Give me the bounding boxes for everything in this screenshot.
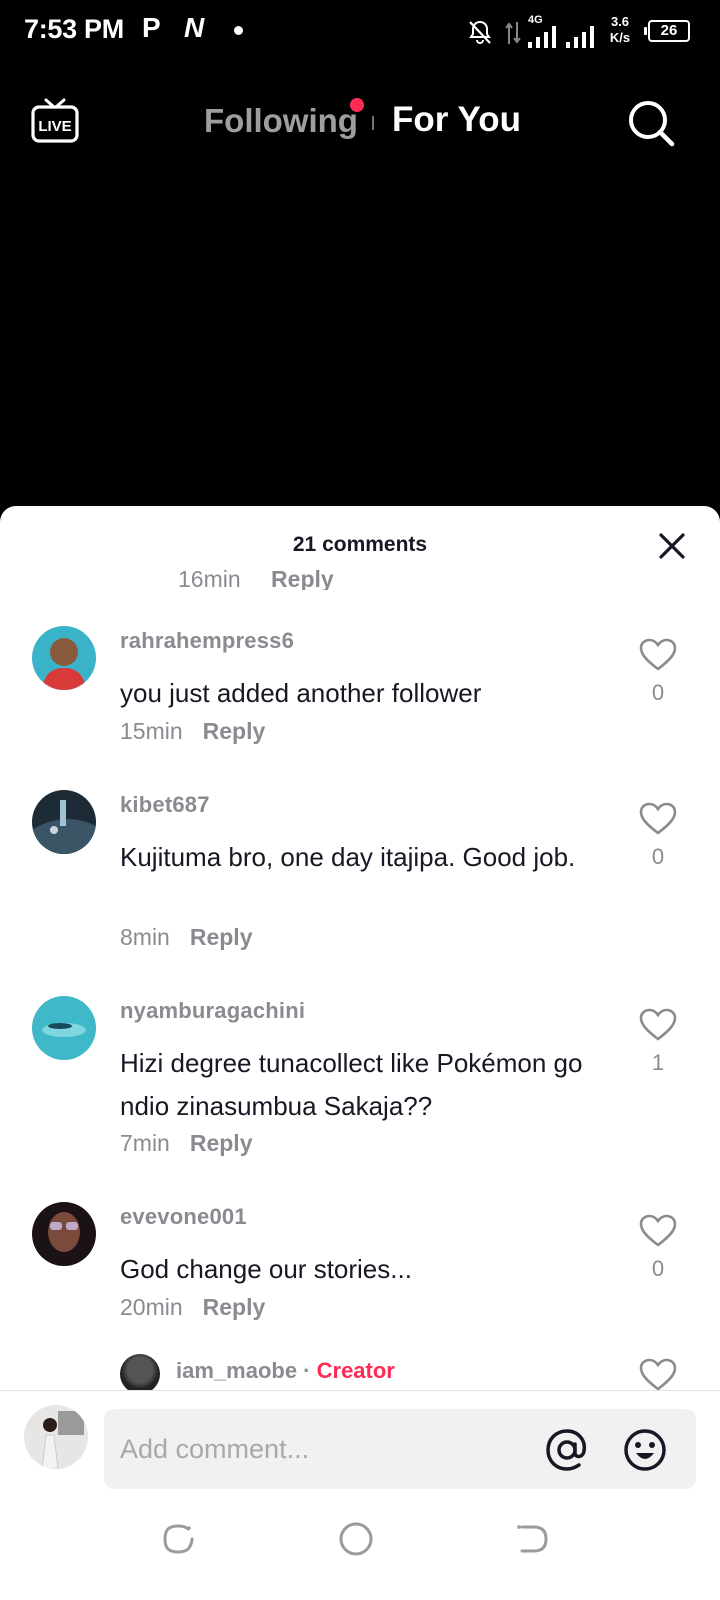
heart-outline-icon[interactable] (638, 1358, 678, 1390)
back-icon (517, 1525, 548, 1553)
reply-button[interactable]: Reply (271, 568, 334, 590)
comments-sheet: 21 comments 16min Reply rahrahempress6 y… (0, 506, 720, 1600)
comment-meta: 15min Reply (120, 718, 265, 745)
comment-item: rahrahempress6 you just added another fo… (0, 626, 720, 766)
tab-following[interactable]: Following (204, 102, 358, 140)
tab-divider (372, 116, 374, 130)
home-circle-icon (339, 1522, 373, 1556)
reply-author[interactable]: iam_maobe · Creator (176, 1358, 395, 1384)
speed-unit: K/s (609, 30, 631, 45)
smiley-icon (624, 1429, 666, 1471)
comment-time: 20min (120, 1294, 183, 1320)
bell-muted-icon (469, 20, 491, 45)
like-count: 1 (651, 1050, 665, 1075)
like-count: 0 (651, 1256, 665, 1281)
comment-username[interactable]: evevone001 (120, 1204, 247, 1230)
like-count: 0 (651, 680, 665, 705)
comment-input-box[interactable] (104, 1409, 696, 1489)
live-label: LIVE (38, 118, 71, 135)
comment-text: you just added another follower (120, 678, 482, 708)
like-count: 0 (651, 844, 665, 869)
battery-icon: 26 (644, 20, 690, 42)
partial-comment-meta: 16min Reply (0, 568, 720, 590)
comment-text: God change our stories... (120, 1254, 412, 1284)
comment-username[interactable]: nyamburagachini (120, 998, 305, 1024)
notification-dot-icon (234, 26, 243, 35)
avatar-image (32, 996, 96, 1060)
comments-list[interactable]: 16min Reply rahrahempress6 you just adde… (0, 568, 720, 1390)
mention-button[interactable] (544, 1427, 590, 1473)
reply-button[interactable]: Reply (203, 718, 266, 744)
notification-p-icon: P (142, 12, 161, 43)
avatar[interactable] (120, 1354, 160, 1390)
comment-meta: 8min Reply (120, 924, 253, 951)
live-tv-icon: LIVE (31, 98, 79, 143)
speed-value: 3.6 (610, 14, 630, 29)
heart-outline-icon[interactable] (638, 1008, 678, 1042)
search-icon (629, 101, 675, 147)
avatar-image (32, 626, 96, 690)
separator-dot: · (297, 1358, 317, 1383)
system-nav-bar (0, 1501, 720, 1600)
comment-time: 15min (120, 718, 183, 744)
comment-composer (0, 1391, 720, 1501)
home-button[interactable] (336, 1519, 376, 1559)
signal-icon-1 (528, 26, 556, 48)
comment-input[interactable] (120, 1409, 520, 1489)
comment-text: Hizi degree tunacollect like Pokémon go … (120, 1048, 583, 1121)
close-comments-button[interactable] (656, 530, 688, 562)
comment-item: evevone001 God change our stories... 20m… (0, 1202, 720, 1342)
emoji-button[interactable] (622, 1427, 668, 1473)
status-time: 7:53 PM (24, 14, 124, 44)
comment-time: 16min (178, 568, 241, 590)
my-avatar (24, 1405, 88, 1469)
avatar-image (24, 1405, 88, 1469)
comments-count: 21 comments (292, 533, 428, 556)
at-sign-icon (546, 1429, 587, 1471)
comment-meta: 20min Reply (120, 1294, 265, 1321)
comment-item: nyamburagachini Hizi degree tunacollect … (0, 996, 720, 1176)
avatar-image (32, 1202, 96, 1266)
creator-badge: Creator (316, 1358, 395, 1383)
tab-for-you[interactable]: For You (392, 100, 521, 140)
search-button[interactable] (626, 98, 676, 148)
reply-button[interactable]: Reply (190, 924, 253, 950)
battery-level: 26 (660, 22, 678, 39)
avatar[interactable] (32, 626, 96, 690)
recents-button[interactable] (158, 1519, 198, 1559)
data-arrows-icon (505, 22, 521, 44)
comment-time: 8min (120, 924, 170, 950)
live-button[interactable]: LIVE (30, 98, 80, 144)
comment-text: Kujituma bro, one day itajipa. Good job. (120, 842, 576, 872)
recents-icon (163, 1524, 194, 1554)
heart-outline-icon[interactable] (638, 638, 678, 672)
close-icon (659, 533, 685, 559)
reply-button[interactable]: Reply (203, 1294, 266, 1320)
back-button[interactable] (512, 1519, 552, 1559)
status-bar: 7:53 PM P N 4G 3.6 K/s 26 (0, 0, 720, 64)
heart-outline-icon[interactable] (638, 802, 678, 836)
avatar-image (32, 790, 96, 854)
feed-top-nav: LIVE Following For You (0, 88, 720, 152)
comment-time: 7min (120, 1130, 170, 1156)
notification-n-icon: N (184, 12, 205, 43)
network-type: 4G (528, 14, 543, 26)
comment-meta: 7min Reply (120, 1130, 253, 1157)
partial-reply-item: iam_maobe · Creator (0, 1344, 720, 1390)
status-icons: 4G 3.6 K/s 26 (466, 12, 706, 52)
app-screen: 7:53 PM P N 4G 3.6 K/s 26 LIVE Following… (0, 0, 720, 1600)
avatar[interactable] (32, 1202, 96, 1266)
comment-username[interactable]: rahrahempress6 (120, 628, 294, 654)
heart-outline-icon[interactable] (638, 1214, 678, 1248)
signal-icon-2 (566, 26, 594, 48)
comment-item: kibet687 Kujituma bro, one day itajipa. … (0, 790, 720, 970)
reply-username[interactable]: iam_maobe (176, 1358, 297, 1383)
comment-username[interactable]: kibet687 (120, 792, 210, 818)
reply-button[interactable]: Reply (190, 1130, 253, 1156)
following-new-dot (350, 98, 364, 112)
network-speed: 3.6 K/s (606, 14, 634, 46)
avatar[interactable] (32, 996, 96, 1060)
avatar[interactable] (32, 790, 96, 854)
